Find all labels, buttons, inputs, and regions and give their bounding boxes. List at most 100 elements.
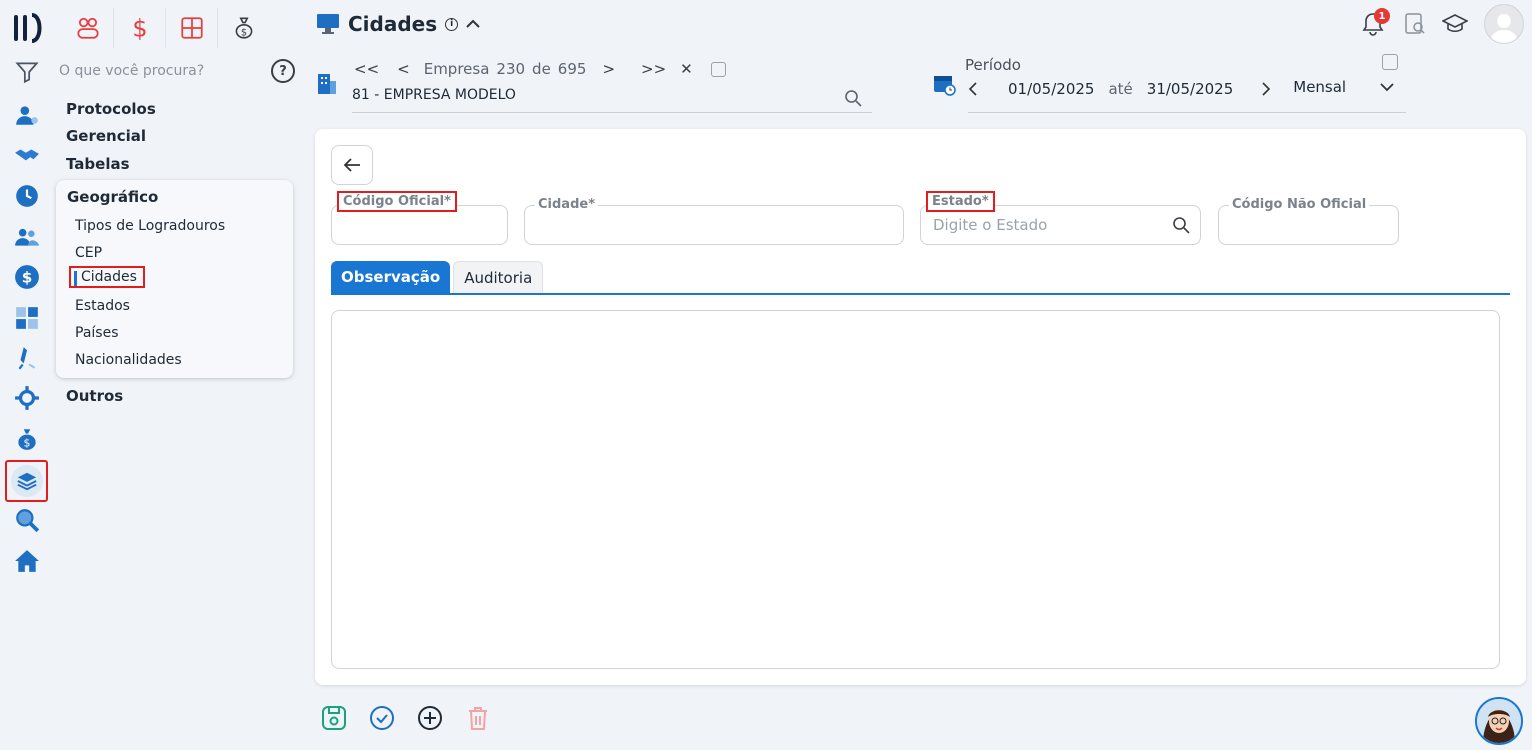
assistant-avatar[interactable] [1475, 697, 1523, 745]
money-bag-icon[interactable]: $ [7, 419, 47, 459]
codigo-nao-oficial-input[interactable] [1231, 216, 1375, 234]
form-card: Código Oficial* Cidade* Estado* Código N… [315, 129, 1526, 685]
graduation-cap-icon[interactable] [1442, 13, 1468, 35]
estado-search-icon[interactable] [1172, 216, 1190, 234]
save-button[interactable] [320, 704, 348, 732]
submenu-geografico: Geográfico Tipos de Logradouros CEP Cida… [56, 180, 293, 378]
user-settings-icon[interactable] [7, 95, 47, 135]
company-search-icon[interactable] [844, 89, 862, 107]
tab-observacao[interactable]: Observação [331, 261, 451, 293]
layers-icon[interactable] [5, 460, 48, 502]
period-row: 01/05/2025 até 31/05/2025 Mensal [968, 78, 1394, 98]
svg-text:$: $ [241, 28, 247, 39]
submenu-item-cidades[interactable]: Cidades [69, 266, 145, 288]
chevron-down-icon[interactable] [1380, 82, 1394, 92]
menu-group-gerencial[interactable]: Gerencial [66, 127, 146, 145]
codigo-nao-oficial-field: Código Não Oficial [1218, 197, 1399, 245]
calculator-icon[interactable] [7, 298, 47, 338]
check-circle-icon [370, 706, 394, 730]
calculator-module-icon[interactable] [166, 8, 218, 48]
company-name[interactable]: 81 - EMPRESA MODELO [352, 87, 516, 103]
tab-bar: Observação Auditoria [331, 261, 1510, 295]
company-nav: << < Empresa 230 de 695 > >> ✕ [354, 58, 726, 80]
user-avatar-icon [1490, 14, 1518, 43]
tab-auditoria[interactable]: Auditoria [453, 261, 544, 293]
menu-group-outros[interactable]: Outros [66, 387, 123, 405]
company-selector: << < Empresa 230 de 695 > >> ✕ 81 - EMPR… [316, 58, 872, 114]
company-next-button[interactable]: > [602, 60, 615, 78]
svg-text:$: $ [132, 15, 147, 41]
page-header: Cidades i [316, 12, 480, 36]
period-next-icon[interactable] [1261, 82, 1271, 96]
save-icon [322, 706, 346, 730]
user-avatar[interactable] [1484, 4, 1524, 44]
codigo-oficial-input[interactable] [344, 216, 484, 234]
company-first-button[interactable]: << [354, 60, 379, 78]
assistant-avatar-icon [1477, 699, 1521, 743]
chevron-up-icon[interactable] [466, 19, 480, 29]
form-actions [320, 704, 492, 732]
codigo-oficial-label: Código Oficial* [337, 191, 457, 212]
calendar-icon [934, 76, 956, 96]
info-icon[interactable]: i [445, 17, 459, 31]
header-actions: 1 [1358, 4, 1524, 44]
dollar-module-icon[interactable]: $ [114, 8, 166, 48]
company-total: 695 [557, 60, 587, 78]
period-prev-icon[interactable] [968, 82, 978, 96]
page-title: Cidades [348, 12, 438, 36]
delete-button[interactable] [464, 704, 492, 732]
codigo-oficial-field: Código Oficial* [331, 191, 508, 245]
dollar-icon[interactable]: $ [7, 257, 47, 297]
submenu-item-paises[interactable]: Países [75, 325, 118, 341]
network-icon[interactable] [7, 378, 47, 418]
menu-search: ? [59, 58, 295, 84]
company-last-button[interactable]: >> [641, 60, 666, 78]
handshake-icon[interactable] [7, 136, 47, 176]
filter-icon[interactable] [7, 52, 47, 92]
period-end-date[interactable]: 31/05/2025 [1147, 80, 1233, 98]
trash-icon [469, 707, 487, 730]
users-icon[interactable] [7, 217, 47, 257]
company-clear-button[interactable]: ✕ [680, 60, 693, 78]
menu-group-protocolos[interactable]: Protocolos [66, 100, 156, 118]
estado-label: Estado* [926, 191, 995, 212]
plus-circle-icon [418, 706, 442, 730]
document-search-icon[interactable] [1404, 12, 1426, 36]
app-logo-icon[interactable] [12, 12, 42, 44]
monitor-icon [317, 14, 339, 34]
period-checkbox[interactable] [1382, 54, 1398, 70]
building-icon [318, 74, 336, 94]
add-button[interactable] [416, 704, 444, 732]
company-label: Empresa [423, 60, 490, 78]
submenu-title[interactable]: Geográfico [67, 188, 158, 206]
menu-group-tabelas[interactable]: Tabelas [66, 155, 130, 173]
people-module-icon[interactable] [62, 8, 114, 48]
period-start-date[interactable]: 01/05/2025 [1008, 80, 1094, 98]
menu-search-input[interactable] [59, 63, 259, 79]
back-button[interactable] [331, 145, 373, 185]
period-mode[interactable]: Mensal [1293, 78, 1346, 96]
submenu-item-cep[interactable]: CEP [75, 245, 102, 261]
sign-pen-icon[interactable] [7, 338, 47, 378]
search-zoom-icon[interactable] [7, 500, 47, 540]
period-underline [968, 112, 1406, 113]
notification-badge: 1 [1374, 8, 1390, 24]
codigo-nao-oficial-label: Código Não Oficial [1229, 197, 1370, 212]
submenu-item-nacionalidades[interactable]: Nacionalidades [75, 352, 182, 368]
observacao-textarea[interactable] [331, 310, 1500, 669]
cidade-label: Cidade* [535, 197, 598, 212]
clock-icon[interactable] [7, 176, 47, 216]
submenu-item-tipos-logradouros[interactable]: Tipos de Logradouros [75, 218, 225, 234]
company-current: 230 [496, 60, 526, 78]
company-checkbox[interactable] [710, 61, 726, 77]
home-icon[interactable] [7, 541, 47, 581]
estado-input[interactable] [933, 216, 1157, 234]
submenu-item-estados[interactable]: Estados [75, 298, 130, 314]
cidade-input[interactable] [537, 216, 840, 234]
help-icon[interactable]: ? [271, 59, 295, 83]
company-prev-button[interactable]: < [397, 60, 410, 78]
icon-rail: $ $ [0, 0, 54, 750]
confirm-button[interactable] [368, 704, 396, 732]
notification-bell[interactable]: 1 [1358, 8, 1390, 39]
money-bag-module-icon[interactable]: $ [218, 8, 270, 48]
